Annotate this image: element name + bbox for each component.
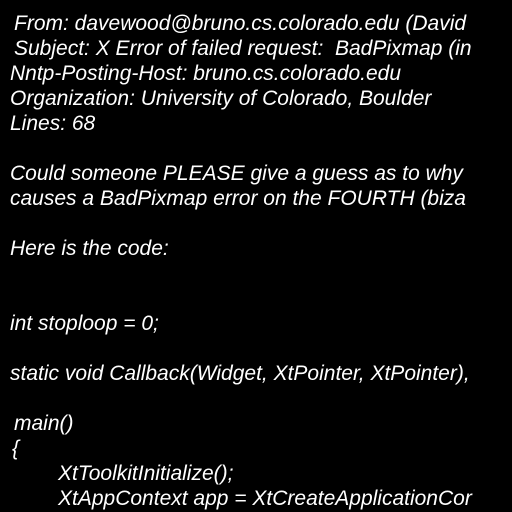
code-line: static void Callback(Widget, XtPointer, … bbox=[10, 362, 470, 385]
body-paragraph-line: causes a BadPixmap error on the FOURTH (… bbox=[10, 187, 466, 210]
code-line: XtAppContext app = XtCreateApplicationCo… bbox=[58, 487, 472, 510]
code-line: main() bbox=[14, 412, 74, 435]
body-paragraph-line: Here is the code: bbox=[10, 237, 169, 260]
header-nntp-posting-host: Nntp-Posting-Host: bruno.cs.colorado.edu bbox=[10, 62, 402, 85]
usenet-message-view: From: davewood@bruno.cs.colorado.edu (Da… bbox=[0, 0, 512, 512]
code-line: { bbox=[12, 437, 20, 460]
header-from: From: davewood@bruno.cs.colorado.edu (Da… bbox=[14, 12, 467, 35]
header-subject: Subject: X Error of failed request: BadP… bbox=[14, 37, 472, 60]
code-line: XtToolkitInitialize(); bbox=[58, 462, 234, 485]
header-organization: Organization: University of Colorado, Bo… bbox=[10, 87, 432, 110]
header-lines: Lines: 68 bbox=[10, 112, 96, 135]
body-paragraph-line: Could someone PLEASE give a guess as to … bbox=[10, 162, 463, 185]
code-line: int stoploop = 0; bbox=[10, 312, 159, 335]
